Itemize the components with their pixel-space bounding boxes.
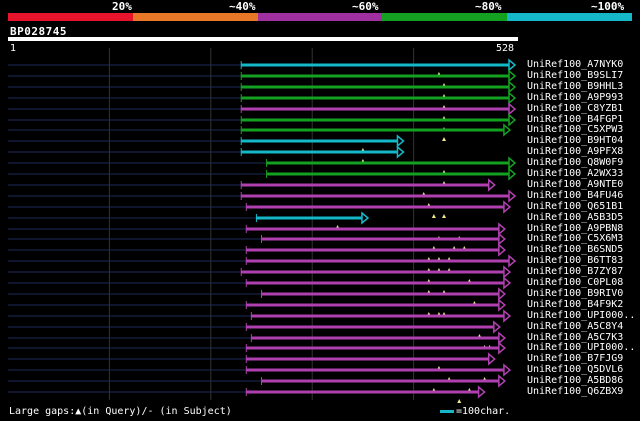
hit-label[interactable]: UniRef100_B9SLI7 xyxy=(527,70,623,81)
hit-row[interactable] xyxy=(8,232,507,250)
hit-end-arrow xyxy=(498,222,507,236)
hit-label[interactable]: UniRef100_A7NYK0 xyxy=(527,59,623,70)
hit-end-arrow xyxy=(498,232,507,246)
hit-end-arrow xyxy=(487,352,496,366)
hit-label[interactable]: UniRef100_B6SND5 xyxy=(527,244,623,255)
hit-end-arrow xyxy=(498,341,507,355)
hit-label[interactable]: UniRef100_A9PFX8 xyxy=(527,146,623,157)
hit-end-arrow xyxy=(498,287,507,301)
hit-end-arrow xyxy=(508,69,517,83)
hit-label[interactable]: UniRef100_A5B3D5 xyxy=(527,212,623,223)
hit-end-arrow xyxy=(498,243,507,257)
hit-end-arrow xyxy=(396,134,405,148)
hit-label[interactable]: UniRef100_B9HT04 xyxy=(527,135,623,146)
hit-label[interactable]: UniRef100_UPI000.. xyxy=(527,342,635,353)
hit-label[interactable]: UniRef100_Q6ZBX9 xyxy=(527,386,623,397)
hit-label[interactable]: UniRef100_Q651B1 xyxy=(527,201,623,212)
hit-row[interactable] xyxy=(8,145,405,163)
hit-row[interactable] xyxy=(8,91,517,109)
hit-row[interactable] xyxy=(8,352,496,370)
hit-row[interactable] xyxy=(8,385,486,403)
hit-end-arrow xyxy=(503,200,512,214)
hit-label[interactable]: UniRef100_A5BD86 xyxy=(527,375,623,386)
hit-label[interactable]: UniRef100_Q8W0F9 xyxy=(527,157,623,168)
hit-row[interactable] xyxy=(8,58,517,76)
hit-label[interactable]: UniRef100_A9NTE0 xyxy=(527,179,623,190)
hit-label[interactable]: UniRef100_C5X6M3 xyxy=(527,233,623,244)
hit-row[interactable] xyxy=(8,178,496,196)
hit-end-arrow xyxy=(508,189,517,203)
hit-end-arrow xyxy=(493,320,501,334)
hit-label[interactable]: UniRef100_B9RIV0 xyxy=(527,288,623,299)
hit-end-arrow xyxy=(508,254,517,268)
hit-end-arrow xyxy=(503,265,512,279)
hit-row[interactable] xyxy=(8,287,507,305)
hit-end-arrow xyxy=(508,102,517,116)
hit-label[interactable]: UniRef100_B7ZY87 xyxy=(527,266,623,277)
hit-end-arrow xyxy=(498,298,507,312)
hit-label[interactable]: UniRef100_B4F9K2 xyxy=(527,299,623,310)
hit-label[interactable]: UniRef100_UPI000.. xyxy=(527,310,635,321)
hit-row[interactable] xyxy=(8,156,517,174)
hit-row[interactable] xyxy=(8,200,512,218)
hit-end-arrow xyxy=(487,178,496,192)
hit-end-arrow xyxy=(361,211,370,225)
hit-row[interactable] xyxy=(8,363,512,381)
hit-row[interactable] xyxy=(8,189,517,207)
hit-row[interactable] xyxy=(8,211,370,229)
char-scale-legend: =100char. xyxy=(440,406,510,417)
hit-end-arrow xyxy=(503,309,512,323)
hit-row[interactable] xyxy=(8,341,507,359)
hit-row[interactable] xyxy=(8,298,507,316)
hit-label[interactable]: UniRef100_C8YZB1 xyxy=(527,103,623,114)
query-gap-marker xyxy=(442,214,447,218)
hit-end-arrow xyxy=(477,385,486,399)
hit-row[interactable] xyxy=(8,374,507,392)
char-scale-swatch xyxy=(440,409,454,413)
gap-legend: Large gaps:▲(in Query)/- (in Subject) xyxy=(9,406,232,417)
hit-row[interactable] xyxy=(8,309,512,327)
hit-label[interactable]: UniRef100_C0PL08 xyxy=(527,277,623,288)
hit-end-arrow xyxy=(508,156,517,170)
query-gap-marker xyxy=(431,214,436,218)
hit-end-arrow xyxy=(498,374,507,388)
hit-end-arrow xyxy=(396,145,405,159)
hit-row[interactable] xyxy=(8,265,512,283)
hit-row[interactable] xyxy=(8,243,507,261)
hit-row[interactable] xyxy=(8,320,501,338)
hit-end-arrow xyxy=(503,276,512,290)
hit-row[interactable] xyxy=(8,167,517,185)
hit-row[interactable] xyxy=(8,276,512,294)
hit-label[interactable]: UniRef100_B9HHL3 xyxy=(527,81,623,92)
hit-row[interactable] xyxy=(8,80,517,98)
hit-label[interactable]: UniRef100_C5XPW3 xyxy=(527,124,623,135)
hit-label[interactable]: UniRef100_B6TT83 xyxy=(527,255,623,266)
hit-row[interactable] xyxy=(8,123,512,141)
hit-end-arrow xyxy=(508,58,517,72)
hit-label[interactable]: UniRef100_B7FJG9 xyxy=(527,353,623,364)
query-gap-marker xyxy=(442,137,447,141)
hit-label[interactable]: UniRef100_A5C8Y4 xyxy=(527,321,623,332)
hit-row[interactable] xyxy=(8,134,405,152)
hit-end-arrow xyxy=(508,167,517,181)
hit-end-arrow xyxy=(503,123,512,137)
char-scale-text: =100char. xyxy=(456,406,511,417)
hit-end-arrow xyxy=(498,331,507,345)
hit-label[interactable]: UniRef100_B4FU46 xyxy=(527,190,623,201)
hit-end-arrow xyxy=(503,363,512,377)
hit-label[interactable]: UniRef100_A9P993 xyxy=(527,92,623,103)
query-gap-marker xyxy=(457,399,462,403)
hit-end-arrow xyxy=(508,91,517,105)
hit-row[interactable] xyxy=(8,102,517,120)
hit-end-arrow xyxy=(508,113,517,127)
hit-end-arrow xyxy=(508,80,517,94)
hit-label[interactable]: UniRef100_Q5DVL6 xyxy=(527,364,623,375)
hit-label[interactable]: UniRef100_A2WX33 xyxy=(527,168,623,179)
